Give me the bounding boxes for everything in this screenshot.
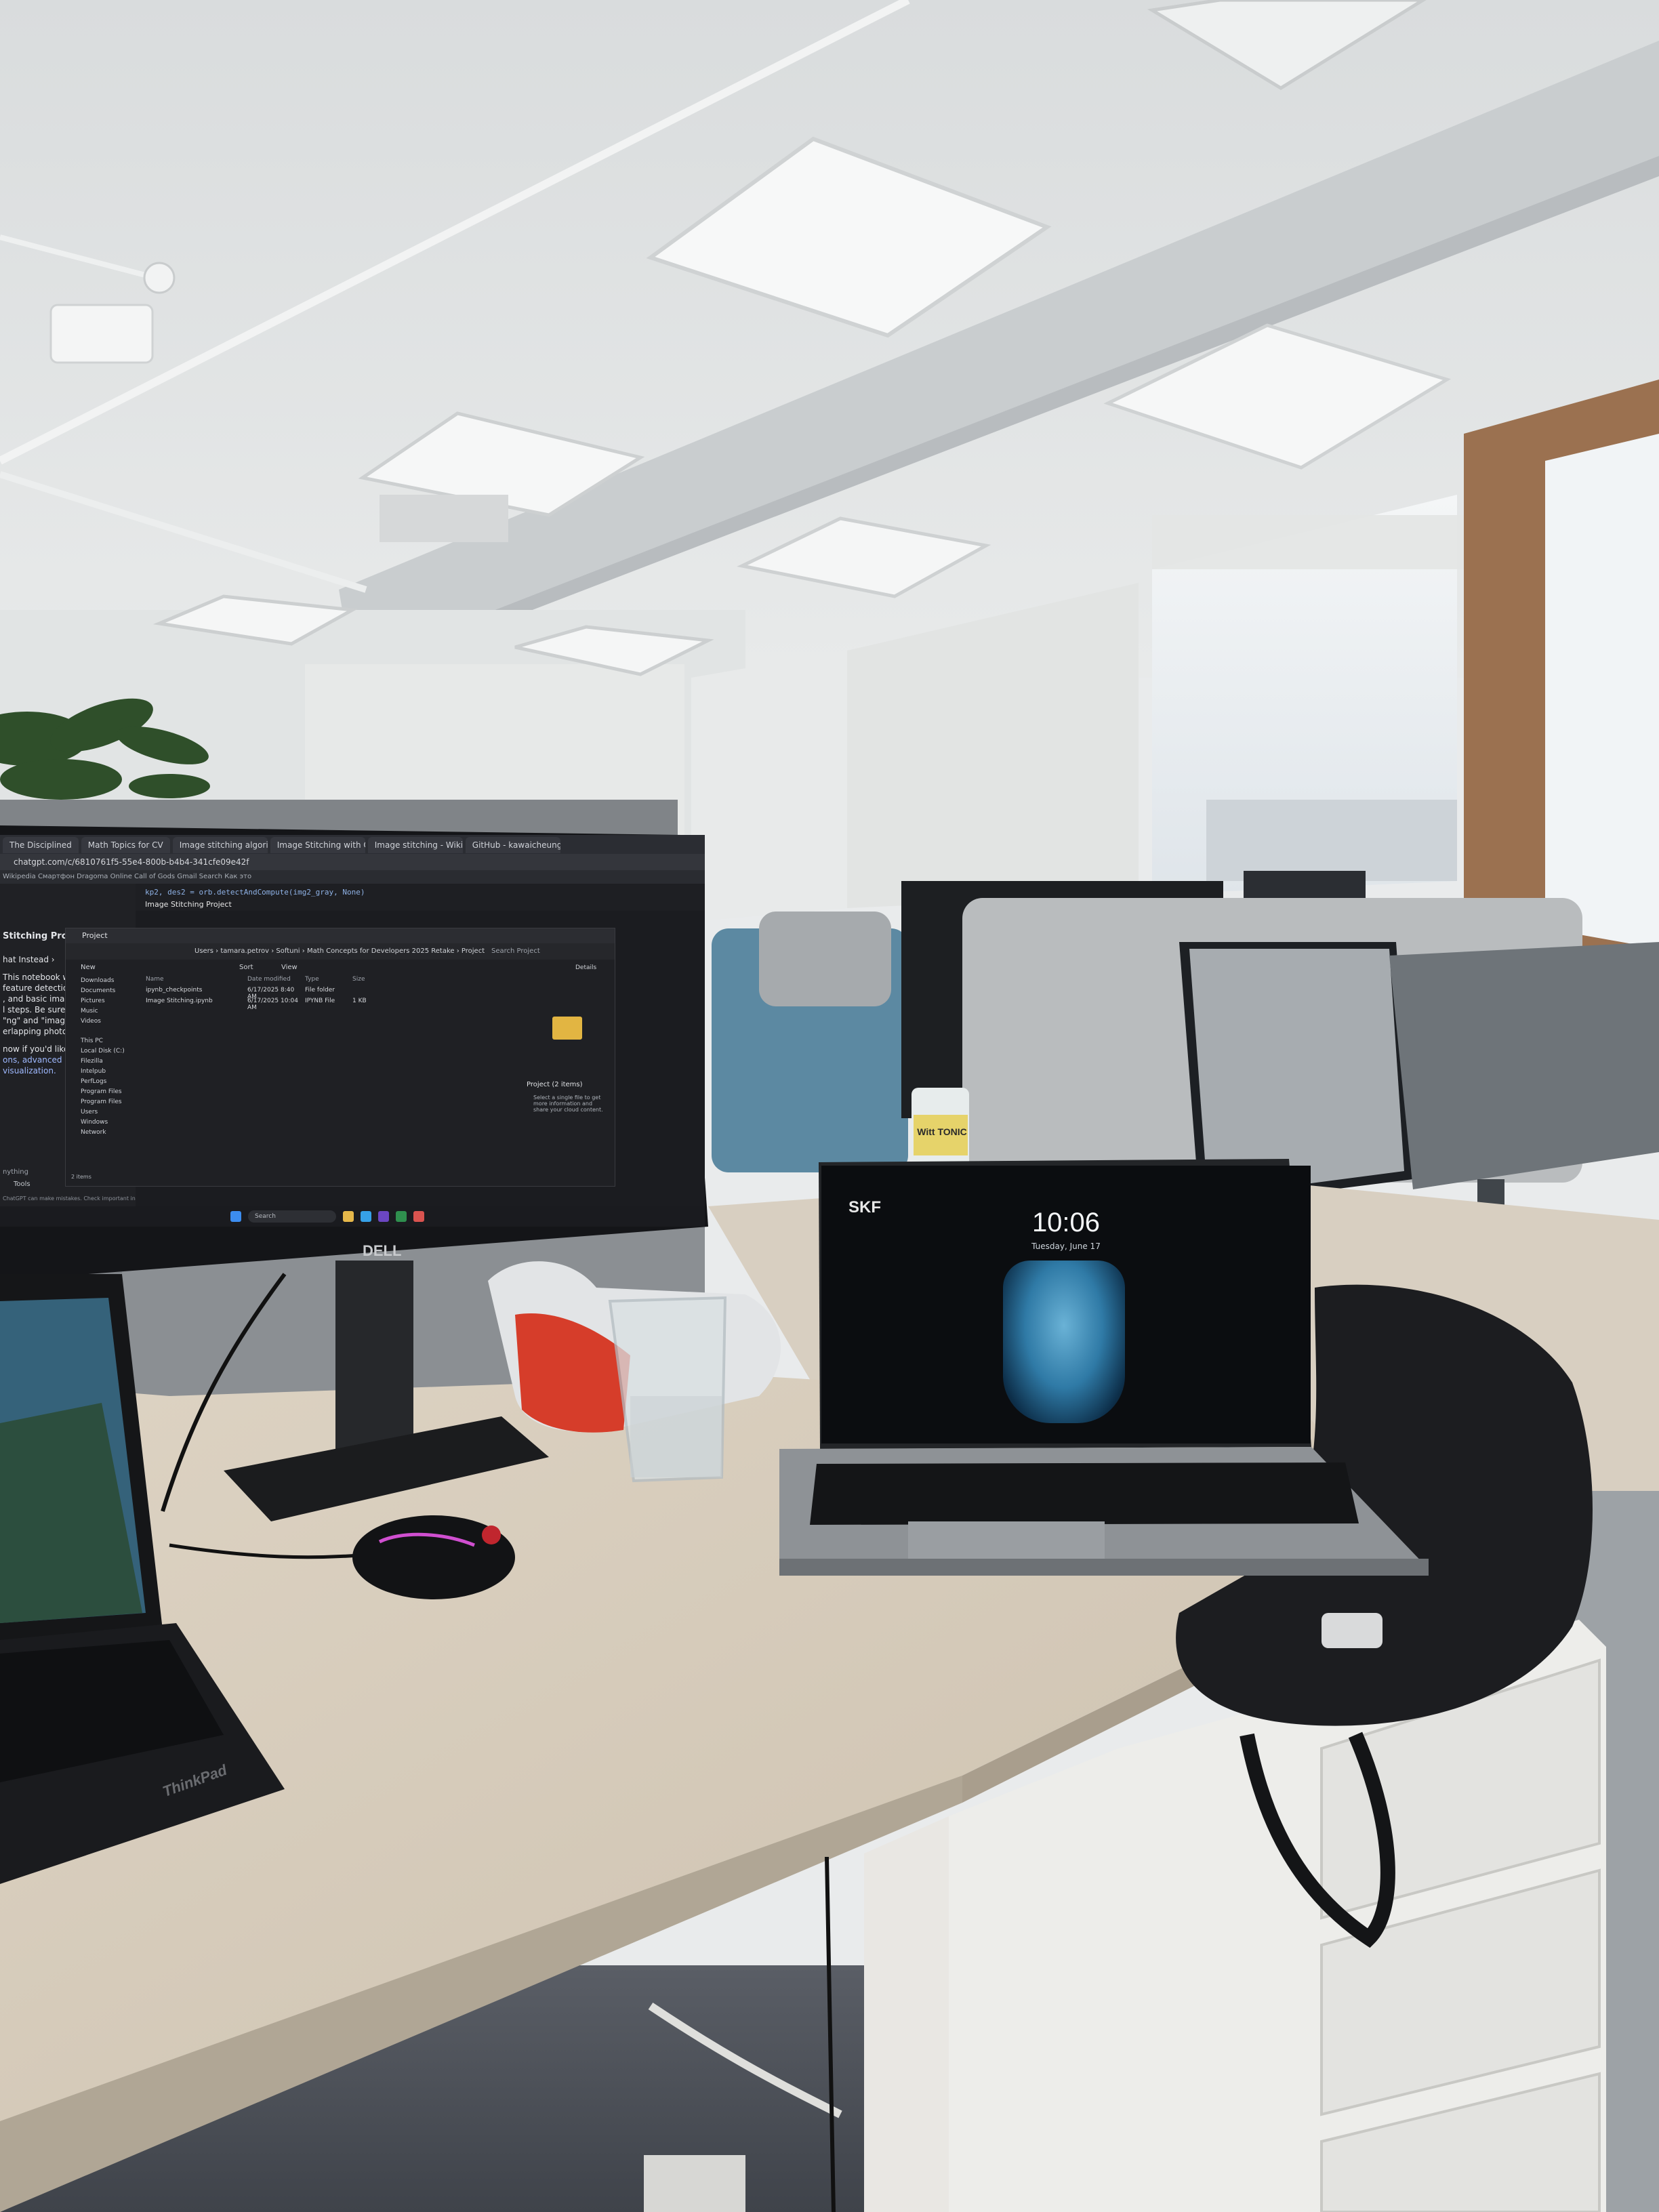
column-header[interactable]: Size <box>352 976 386 987</box>
nav-item[interactable]: Downloads <box>81 976 140 986</box>
nav-item[interactable]: Users <box>81 1107 140 1118</box>
nav-item[interactable]: Music <box>81 1006 140 1017</box>
wallpaper-water <box>1003 1261 1125 1423</box>
file-date: 6/17/2025 8:40 AM <box>247 987 295 1000</box>
item-count: 2 items <box>71 1174 91 1180</box>
file-size <box>352 987 386 998</box>
code-editor: Image Stitching Project kp2, des2 = orb.… <box>136 884 705 911</box>
file-name: Image Stitching.ipynb <box>146 998 213 1004</box>
nav-item[interactable]: This PC <box>81 1036 140 1046</box>
nav-item[interactable]: Program Files <box>81 1097 140 1107</box>
browser-tab[interactable]: Math Topics for CV <box>81 837 170 853</box>
bottle-label: Witt TONIC <box>917 1126 967 1137</box>
chat-input[interactable]: nything <box>3 1168 28 1176</box>
file-row[interactable]: Image Stitching.ipynb 6/17/2025 10:04 AM… <box>146 998 390 1011</box>
laptop-lock-screen: SKF 10:06 Tuesday, June 17 <box>821 1166 1311 1443</box>
column-header[interactable]: Date modified <box>247 976 305 987</box>
file-list: Name Date modified Type Size ipynb_check… <box>146 976 390 1030</box>
column-header[interactable]: Type <box>305 976 352 987</box>
browser-tab[interactable]: GitHub - kawaicheung/image <box>465 837 560 853</box>
browser-tab-bar: The Disciplined Math Topics for CV Image… <box>0 835 705 854</box>
sort-button[interactable]: Sort <box>239 961 253 975</box>
browser-tab[interactable]: Image stitching algorithm <box>172 837 268 853</box>
lock-date: Tuesday, June 17 <box>1031 1242 1101 1251</box>
file-name: ipynb_checkpoints <box>146 987 203 994</box>
preview-title: Project (2 items) <box>527 1081 583 1088</box>
file-type: IPYNB File <box>305 998 335 1004</box>
bookmarks-bar[interactable]: Wikipedia Смартфон Dragoma Online Call o… <box>0 870 705 884</box>
nav-item[interactable]: PerfLogs <box>81 1077 140 1087</box>
browser-tab[interactable]: The Disciplined <box>3 837 79 853</box>
taskbar-search[interactable]: Search <box>248 1210 336 1223</box>
nav-item[interactable]: Filezilla <box>81 1057 140 1067</box>
browser-tab[interactable]: Image Stitching with OpenCV <box>270 837 365 853</box>
chat-disclaimer: ChatGPT can make mistakes. Check importa… <box>3 1195 136 1202</box>
monitor-screen: The Disciplined Math Topics for CV Image… <box>0 835 705 1227</box>
tools-button[interactable]: Tools <box>14 1181 30 1188</box>
address-bar[interactable]: chatgpt.com/c/6810761f5-55e4-800b-b4b4-3… <box>0 854 705 870</box>
nav-item[interactable]: Network <box>81 1128 140 1138</box>
details-button[interactable]: Details <box>575 961 596 975</box>
browser-icon[interactable] <box>361 1211 371 1222</box>
file-type: File folder <box>305 987 335 994</box>
nav-item[interactable]: Documents <box>81 986 140 996</box>
browser-tab[interactable]: Image stitching - Wikipedia <box>367 837 463 853</box>
monitor-logo: DELL <box>363 1242 402 1259</box>
new-button[interactable]: New <box>81 961 96 975</box>
code-line: kp2, des2 = orb.detectAndCompute(img2_gr… <box>145 888 365 897</box>
navigation-pane: Downloads Documents Pictures Music Video… <box>66 976 140 1179</box>
nav-item[interactable]: Local Disk (C:) <box>81 1046 140 1057</box>
taskbar: Search <box>0 1206 705 1227</box>
nav-item[interactable]: Pictures <box>81 996 140 1006</box>
file-explorer-window: Project Users › tamara.petrov › Softuni … <box>65 928 615 1187</box>
nav-item[interactable]: Windows <box>81 1118 140 1128</box>
file-size: 1 KB <box>352 998 367 1004</box>
nav-item[interactable]: Videos <box>81 1017 140 1027</box>
editor-title: Image Stitching Project <box>145 900 232 909</box>
explorer-search-input[interactable]: Search Project <box>491 943 607 960</box>
file-date: 6/17/2025 10:04 AM <box>247 998 298 1011</box>
app-icon[interactable] <box>378 1211 389 1222</box>
explorer-title: Project <box>66 928 615 943</box>
nav-item[interactable]: Intelpub <box>81 1067 140 1077</box>
folder-icon <box>552 1017 582 1040</box>
app-icon[interactable] <box>413 1211 424 1222</box>
lock-clock: 10:06 <box>1031 1208 1101 1237</box>
file-row[interactable]: ipynb_checkpoints 6/17/2025 8:40 AM File… <box>146 987 390 1000</box>
app-icon[interactable] <box>396 1211 407 1222</box>
start-icon[interactable] <box>230 1211 241 1222</box>
view-button[interactable]: View <box>281 961 298 975</box>
nav-item[interactable]: Program Files <box>81 1087 140 1097</box>
file-list-header: Name Date modified Type Size <box>146 976 390 987</box>
preview-text: Select a single file to get more informa… <box>533 1094 603 1113</box>
file-explorer-icon[interactable] <box>343 1211 354 1222</box>
column-header[interactable]: Name <box>146 976 247 987</box>
